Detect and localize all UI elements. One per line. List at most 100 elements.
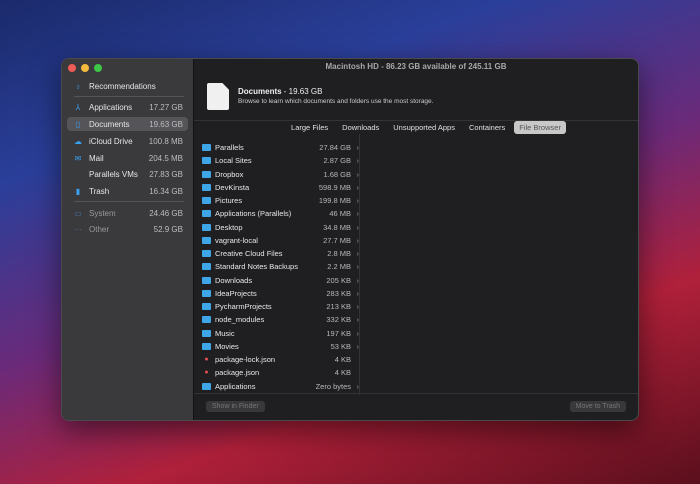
- file-row[interactable]: Parallels 27.84 GB ›: [202, 141, 359, 154]
- file-row[interactable]: Pictures 199.8 MB ›: [202, 194, 359, 207]
- file-list: Parallels 27.84 GB › Local Sites 2.87 GB › Dro…: [202, 141, 359, 393]
- file-row[interactable]: Creative Cloud Files 2.8 MB ›: [202, 247, 359, 260]
- file-row[interactable]: Music 197 KB ›: [202, 327, 359, 340]
- file-row[interactable]: Dropbox 1.68 GB ›: [202, 168, 359, 181]
- sidebar-item-parallels-vms[interactable]: Parallels VMs 27.83 GB: [67, 167, 188, 181]
- file-row[interactable]: Applications Zero bytes ›: [202, 380, 359, 393]
- chevron-right-icon[interactable]: ›: [351, 183, 360, 192]
- chevron-right-icon[interactable]: ›: [351, 289, 360, 298]
- file-row[interactable]: Desktop 34.8 MB ›: [202, 221, 359, 234]
- folder-icon: [202, 303, 211, 311]
- minimize-button[interactable]: [81, 64, 89, 72]
- file-row[interactable]: Movies 53 KB ›: [202, 340, 359, 353]
- sidebar-item-size: 16.34 GB: [149, 186, 183, 196]
- close-button[interactable]: [68, 64, 76, 72]
- sidebar-item-system[interactable]: ▭ System 24.46 GB: [67, 206, 188, 220]
- cloud-icon: ☁: [74, 136, 82, 146]
- file-row[interactable]: vagrant-local 27.7 MB ›: [202, 234, 359, 247]
- chevron-right-icon[interactable]: ›: [351, 262, 360, 271]
- sidebar-item-trash[interactable]: ▮ Trash 16.34 GB: [67, 184, 188, 198]
- file-name: Pictures: [215, 196, 243, 206]
- file-row[interactable]: node_modules 332 KB ›: [202, 313, 359, 326]
- file-row[interactable]: IdeaProjects 283 KB ›: [202, 287, 359, 300]
- folder-icon: [202, 250, 211, 258]
- storage-management-window: ♁ Recommendations ⅄ Applications 17.27 GB ▯ Do…: [61, 58, 639, 421]
- mail-icon: ✉: [74, 153, 82, 163]
- chevron-right-icon[interactable]: ›: [351, 143, 360, 152]
- file-name: Creative Cloud Files: [215, 249, 283, 259]
- file-row[interactable]: PycharmProjects 213 KB ›: [202, 300, 359, 313]
- chevron-right-icon[interactable]: ›: [351, 236, 360, 245]
- tab-bar: Large Files Downloads Unsupported Apps Cont…: [194, 121, 638, 134]
- file-size: 4 KB: [334, 368, 351, 378]
- sidebar-item-label: System: [89, 208, 116, 218]
- file-name: vagrant-local: [215, 235, 258, 245]
- file-size: 27.7 MB: [323, 235, 351, 245]
- chevron-right-icon[interactable]: ›: [351, 342, 360, 351]
- sidebar-item-documents[interactable]: ▯ Documents 19.63 GB: [67, 117, 188, 131]
- tab-containers[interactable]: Containers: [464, 121, 510, 134]
- chevron-right-icon[interactable]: ›: [351, 209, 360, 218]
- file-size: 199.8 MB: [318, 196, 351, 206]
- file-name: Standard Notes Backups: [215, 262, 298, 272]
- file-row[interactable]: Local Sites 2.87 GB ›: [202, 154, 359, 167]
- sidebar-item-label: Mail: [89, 153, 104, 163]
- folder-icon: [202, 329, 211, 337]
- folder-icon: [202, 170, 211, 178]
- window-title: Macintosh HD - 86.23 GB available of 245…: [325, 62, 507, 71]
- sidebar-divider: [74, 201, 184, 202]
- chevron-right-icon[interactable]: ›: [351, 196, 360, 205]
- file-name: Downloads: [215, 275, 253, 285]
- file-size: 283 KB: [326, 288, 351, 298]
- zoom-button[interactable]: [94, 64, 102, 72]
- json-file-icon: ●: [204, 356, 209, 364]
- sidebar-item-size: 204.5 MB: [148, 153, 183, 163]
- file-row[interactable]: Downloads 205 KB ›: [202, 274, 359, 287]
- file-row[interactable]: Standard Notes Backups 2.2 MB ›: [202, 260, 359, 273]
- file-size: 205 KB: [326, 275, 351, 285]
- document-icon: ▯: [75, 119, 81, 129]
- folder-icon: [202, 236, 211, 244]
- show-in-finder-button[interactable]: Show in Finder: [206, 401, 265, 412]
- move-to-trash-button[interactable]: Move to Trash: [569, 401, 626, 412]
- file-name: package.json: [215, 368, 260, 378]
- sidebar-item-mail[interactable]: ✉ Mail 204.5 MB: [67, 151, 188, 165]
- file-name: IdeaProjects: [215, 288, 257, 298]
- tab-unsupported-apps[interactable]: Unsupported Apps: [388, 121, 460, 134]
- folder-icon: [202, 276, 211, 284]
- sidebar-item-other[interactable]: ··· Other 52.9 GB: [67, 222, 188, 236]
- file-row[interactable]: DevKinsta 598.9 MB ›: [202, 181, 359, 194]
- chevron-right-icon[interactable]: ›: [351, 156, 360, 165]
- file-row[interactable]: ● package.json 4 KB: [202, 366, 359, 379]
- chevron-right-icon[interactable]: ›: [351, 329, 360, 338]
- chevron-right-icon[interactable]: ›: [351, 382, 360, 391]
- tab-file-browser[interactable]: File Browser: [514, 121, 566, 134]
- sidebar-item-icloud-drive[interactable]: ☁ iCloud Drive 100.8 MB: [67, 134, 188, 148]
- chevron-right-icon[interactable]: ›: [351, 249, 360, 258]
- file-size: 1.68 GB: [323, 169, 351, 179]
- file-size: 46 MB: [329, 209, 351, 219]
- sidebar-item-label: Recommendations: [89, 81, 156, 91]
- folder-icon: [202, 157, 211, 165]
- chevron-right-icon[interactable]: ›: [351, 276, 360, 285]
- tab-downloads[interactable]: Downloads: [337, 121, 384, 134]
- header-size: - 19.63 GB: [283, 87, 323, 96]
- file-size: 53 KB: [330, 341, 351, 351]
- sidebar-item-recommendations[interactable]: ♁ Recommendations: [67, 79, 188, 93]
- chevron-right-icon[interactable]: ›: [351, 223, 360, 232]
- column-divider[interactable]: [359, 134, 360, 395]
- file-size: 2.87 GB: [323, 156, 351, 166]
- trash-icon: ▮: [75, 186, 81, 196]
- file-row[interactable]: ● package-lock.json 4 KB: [202, 353, 359, 366]
- sidebar-item-label: Trash: [89, 186, 110, 196]
- chevron-right-icon[interactable]: ›: [351, 170, 360, 179]
- chevron-right-icon[interactable]: ›: [351, 302, 360, 311]
- folder-icon: [202, 223, 211, 231]
- chevron-right-icon[interactable]: ›: [351, 315, 360, 324]
- sidebar-item-applications[interactable]: ⅄ Applications 17.27 GB: [67, 100, 188, 114]
- file-row[interactable]: Applications (Parallels) 46 MB ›: [202, 207, 359, 220]
- file-name: DevKinsta: [215, 182, 250, 192]
- header-subtitle: Browse to learn which documents and fold…: [238, 98, 434, 105]
- tab-large-files[interactable]: Large Files: [286, 121, 333, 134]
- header-name: Documents: [238, 87, 282, 96]
